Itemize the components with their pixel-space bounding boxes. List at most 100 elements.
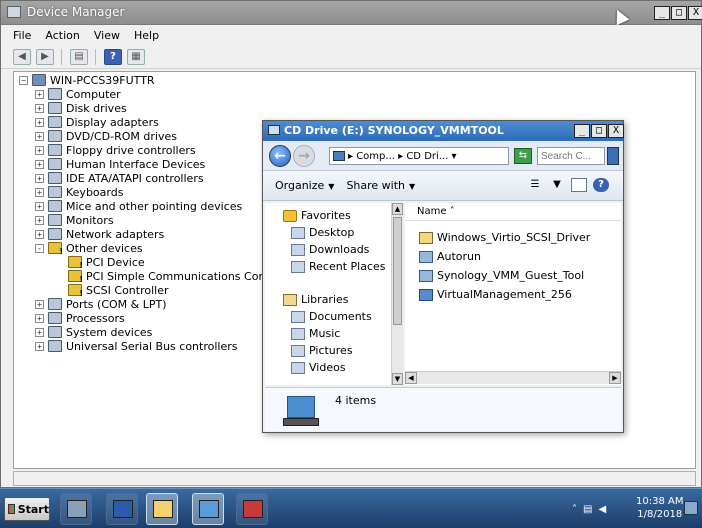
expand-icon[interactable]: + <box>35 145 44 155</box>
taskbar-powershell[interactable] <box>106 493 138 525</box>
scroll-right-icon[interactable]: ▶ <box>609 372 621 384</box>
tree-category[interactable]: + Processors <box>35 311 125 325</box>
chevron-down-icon[interactable]: ▼ <box>549 178 565 192</box>
close-button[interactable]: X <box>688 6 702 20</box>
scroll-down-icon[interactable]: ▼ <box>392 373 403 385</box>
address-bar[interactable]: ▸ Comp... ▸ CD Dri... ▾ <box>329 147 509 165</box>
show-desktop-button[interactable] <box>684 501 698 515</box>
nav-recent-places[interactable]: Recent Places <box>291 260 386 273</box>
back-arrow-icon[interactable]: ◀ <box>13 48 31 65</box>
expand-icon[interactable]: + <box>35 89 44 99</box>
nav-desktop[interactable]: Desktop <box>291 226 354 239</box>
menu-view[interactable]: View <box>94 29 120 42</box>
refresh-icon[interactable]: ⇆ <box>514 148 532 164</box>
expand-icon[interactable]: + <box>35 229 44 239</box>
expand-icon[interactable]: + <box>35 313 44 323</box>
tree-category[interactable]: + Mice and other pointing devices <box>35 199 242 213</box>
tree-category[interactable]: - Other devices <box>35 241 143 256</box>
search-icon[interactable] <box>607 147 619 165</box>
scroll-up-icon[interactable]: ▲ <box>392 203 403 215</box>
expand-icon[interactable]: + <box>35 215 44 225</box>
back-button[interactable]: ← <box>269 145 291 167</box>
taskbar-device-manager[interactable] <box>192 493 224 525</box>
nav-pictures[interactable]: Pictures <box>291 344 353 357</box>
minimize-button[interactable]: _ <box>654 6 670 20</box>
expand-icon[interactable]: + <box>35 327 44 337</box>
tree-category[interactable]: + Universal Serial Bus controllers <box>35 339 237 353</box>
tree-device[interactable]: SCSI Controller <box>68 283 169 298</box>
scroll-left-icon[interactable]: ◀ <box>405 372 417 384</box>
nav-downloads[interactable]: Downloads <box>291 243 369 256</box>
nav-libraries[interactable]: Libraries <box>283 293 349 306</box>
close-button[interactable]: X <box>608 124 624 138</box>
tree-category[interactable]: + Monitors <box>35 213 114 227</box>
file-item[interactable]: Autorun <box>419 250 481 263</box>
expand-icon[interactable]: + <box>35 117 44 127</box>
expand-icon[interactable]: + <box>35 187 44 197</box>
tree-category[interactable]: + System devices <box>35 325 152 339</box>
maximize-button[interactable]: □ <box>591 124 607 138</box>
tree-category[interactable]: + Ports (COM & LPT) <box>35 297 167 311</box>
expand-icon[interactable]: + <box>35 341 44 351</box>
search-input[interactable] <box>537 147 605 165</box>
nav-music[interactable]: Music <box>291 327 340 340</box>
chevron-icon[interactable]: ▸ <box>348 151 356 162</box>
breadcrumb-computer[interactable]: Comp... <box>356 151 395 162</box>
tree-category[interactable]: + DVD/CD-ROM drives <box>35 129 177 143</box>
expand-icon[interactable]: + <box>35 299 44 309</box>
network-icon[interactable]: ▤ <box>583 504 592 515</box>
forward-arrow-icon[interactable]: ▶ <box>36 48 54 65</box>
explorer-titlebar[interactable]: CD Drive (E:) SYNOLOGY_VMMTOOL _ □ X <box>263 121 624 141</box>
chevron-icon[interactable]: ▸ <box>395 151 406 162</box>
tree-category[interactable]: + Display adapters <box>35 115 159 129</box>
preview-pane-icon[interactable] <box>571 178 587 192</box>
menu-help[interactable]: Help <box>134 29 159 42</box>
tree-category[interactable]: + IDE ATA/ATAPI controllers <box>35 171 204 185</box>
scroll-thumb[interactable] <box>393 217 402 325</box>
show-hidden-icons-button[interactable]: ˄ <box>572 504 577 515</box>
file-item[interactable]: Synology_VMM_Guest_Tool <box>419 269 584 282</box>
file-item[interactable]: VirtualManagement_256 <box>419 288 572 301</box>
taskbar-server-manager[interactable] <box>60 493 92 525</box>
taskbar-explorer[interactable] <box>146 493 178 525</box>
breadcrumb-cd-drive[interactable]: CD Dri... <box>406 151 448 162</box>
help-icon[interactable]: ? <box>593 178 609 192</box>
speaker-muted-icon[interactable]: ◀ <box>598 504 606 515</box>
tree-category[interactable]: + Disk drives <box>35 101 127 115</box>
menu-action[interactable]: Action <box>45 29 79 42</box>
share-with-button[interactable]: Share with ▼ <box>346 179 415 192</box>
taskbar-toolbox[interactable] <box>236 493 268 525</box>
collapse-icon[interactable]: - <box>35 243 44 253</box>
show-hide-tree-icon[interactable]: ▤ <box>70 48 88 65</box>
expand-icon[interactable]: + <box>35 159 44 169</box>
properties-icon[interactable]: ▦ <box>127 48 145 65</box>
expand-icon[interactable]: + <box>35 173 44 183</box>
minimize-button[interactable]: _ <box>574 124 590 138</box>
nav-favorites[interactable]: Favorites <box>283 209 351 222</box>
expand-icon[interactable]: + <box>35 103 44 113</box>
organize-button[interactable]: Organize ▼ <box>275 179 334 192</box>
start-button[interactable]: Start <box>4 497 50 521</box>
tree-category[interactable]: + Floppy drive controllers <box>35 143 196 157</box>
menu-file[interactable]: File <box>13 29 31 42</box>
tree-category[interactable]: + Human Interface Devices <box>35 157 205 171</box>
device-manager-titlebar[interactable]: Device Manager _ □ X <box>1 1 702 25</box>
nav-scrollbar[interactable]: ▲ ▼ <box>391 203 403 385</box>
expand-icon[interactable]: + <box>35 131 44 141</box>
nav-documents[interactable]: Documents <box>291 310 372 323</box>
chevron-down-icon[interactable]: ▾ <box>448 151 457 162</box>
file-item[interactable]: Windows_Virtio_SCSI_Driver <box>419 231 590 244</box>
column-header-name[interactable]: Name ˄ <box>405 203 621 221</box>
help-icon[interactable]: ? <box>104 48 122 65</box>
horizontal-scrollbar[interactable]: ◀ ▶ <box>405 371 621 384</box>
tree-category[interactable]: + Keyboards <box>35 185 123 199</box>
maximize-button[interactable]: □ <box>671 6 687 20</box>
collapse-icon[interactable]: − <box>19 75 28 85</box>
clock[interactable]: 10:38 AM 1/8/2018 <box>636 495 683 521</box>
tree-root-computer[interactable]: − WIN-PCCS39FUTTR <box>19 73 155 87</box>
nav-videos[interactable]: Videos <box>291 361 346 374</box>
tree-device[interactable]: PCI Device <box>68 255 145 270</box>
tree-category[interactable]: + Computer <box>35 87 121 101</box>
forward-button[interactable]: → <box>293 145 315 167</box>
expand-icon[interactable]: + <box>35 201 44 211</box>
